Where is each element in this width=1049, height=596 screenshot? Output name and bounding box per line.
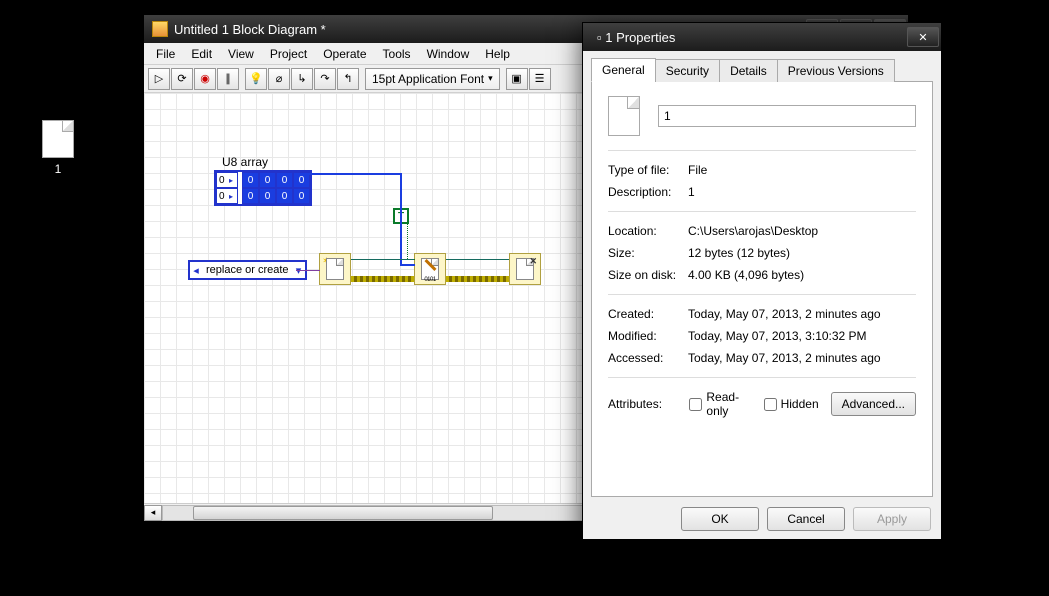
refnum-wire[interactable] (446, 259, 509, 260)
accessed-label: Accessed: (608, 351, 688, 365)
description-label: Description: (608, 185, 688, 199)
tab-previous-versions[interactable]: Previous Versions (777, 59, 895, 82)
highlight-exec-button[interactable]: 💡 (245, 68, 267, 90)
menu-operate[interactable]: Operate (315, 45, 374, 63)
size-on-disk-value: 4.00 KB (4,096 bytes) (688, 268, 916, 282)
type-of-file-value: File (688, 163, 916, 177)
props-title: 1 Properties (605, 30, 675, 45)
u8-index-0[interactable]: 0 (216, 172, 238, 188)
props-tabrow: General Security Details Previous Versio… (591, 57, 933, 82)
write-binary-file-node[interactable]: 0101 (414, 253, 446, 285)
enum-wire[interactable] (296, 270, 320, 271)
modified-value: Today, May 07, 2013, 3:10:32 PM (688, 329, 916, 343)
u8-cell[interactable]: 0 (259, 172, 276, 188)
apply-button: Apply (853, 507, 931, 531)
abort-button[interactable]: ◉ (194, 68, 216, 90)
labview-icon (152, 21, 168, 37)
tab-details[interactable]: Details (719, 59, 778, 82)
run-button[interactable]: ▷ (148, 68, 170, 90)
size-on-disk-label: Size on disk: (608, 268, 688, 282)
distribute-button[interactable]: ☰ (529, 68, 551, 90)
data-wire[interactable] (400, 264, 415, 266)
error-wire[interactable] (446, 276, 509, 282)
menu-help[interactable]: Help (477, 45, 518, 63)
scroll-thumb[interactable] (193, 506, 493, 520)
ok-button[interactable]: OK (681, 507, 759, 531)
hidden-checkbox[interactable]: Hidden (764, 397, 819, 411)
file-large-icon (608, 96, 640, 136)
tab-general-panel: Type of file:File Description:1 Location… (591, 82, 933, 497)
advanced-button[interactable]: Advanced... (831, 392, 916, 416)
menu-file[interactable]: File (148, 45, 183, 63)
align-button[interactable]: ▣ (506, 68, 528, 90)
description-value: 1 (688, 185, 916, 199)
retain-values-button[interactable]: ⌀ (268, 68, 290, 90)
filename-input[interactable] (658, 105, 916, 127)
step-into-button[interactable]: ↳ (291, 68, 313, 90)
modified-label: Modified: (608, 329, 688, 343)
menu-project[interactable]: Project (262, 45, 315, 63)
accessed-value: Today, May 07, 2013, 2 minutes ago (688, 351, 916, 365)
u8-cell[interactable]: 0 (259, 188, 276, 204)
created-value: Today, May 07, 2013, 2 minutes ago (688, 307, 916, 321)
u8-index-1[interactable]: 0 (216, 188, 238, 204)
boolean-wire[interactable] (407, 223, 408, 259)
close-x-icon: ✕ (529, 256, 537, 267)
error-wire[interactable] (351, 276, 414, 282)
data-wire[interactable] (306, 173, 401, 175)
font-selector-label: 15pt Application Font (372, 72, 484, 86)
binary-bits-label: 0101 (415, 277, 445, 283)
font-selector[interactable]: 15pt Application Font (365, 68, 500, 90)
u8-cell[interactable]: 0 (276, 172, 293, 188)
step-out-button[interactable]: ↰ (337, 68, 359, 90)
props-button-row: OK Cancel Apply (591, 497, 933, 531)
menu-edit[interactable]: Edit (183, 45, 220, 63)
scroll-left-button[interactable]: ◂ (144, 505, 162, 521)
hidden-label: Hidden (781, 397, 819, 411)
enum-dec-icon[interactable]: ◂ (190, 264, 202, 277)
u8-array-constant[interactable]: U8 array 0 0 0 0 0 0 (214, 155, 312, 206)
readonly-checkbox[interactable]: Read-only (689, 390, 751, 418)
location-label: Location: (608, 224, 688, 238)
type-of-file-label: Type of file: (608, 163, 688, 177)
cancel-button[interactable]: Cancel (767, 507, 845, 531)
readonly-label: Read-only (706, 390, 751, 418)
size-label: Size: (608, 246, 688, 260)
menu-tools[interactable]: Tools (375, 45, 419, 63)
data-wire[interactable] (400, 173, 402, 266)
document-icon (326, 258, 344, 280)
file-icon (42, 120, 74, 158)
size-value: 12 bytes (12 bytes) (688, 246, 916, 260)
enum-value: replace or create (202, 264, 293, 276)
location-value: C:\Users\arojas\Desktop (688, 224, 916, 238)
step-over-button[interactable]: ↷ (314, 68, 336, 90)
menu-window[interactable]: Window (419, 45, 478, 63)
tab-security[interactable]: Security (655, 59, 720, 82)
u8-cell[interactable]: 0 (242, 172, 259, 188)
u8-array-label: U8 array (222, 155, 312, 169)
properties-dialog: ▫ 1 Properties ✕ General Security Detail… (582, 22, 942, 540)
props-close-button[interactable]: ✕ (907, 27, 939, 47)
desktop-file-label: 1 (38, 162, 78, 176)
u8-cell[interactable]: 0 (293, 188, 310, 204)
desktop-file-icon[interactable]: 1 (38, 120, 78, 176)
created-label: Created: (608, 307, 688, 321)
close-file-node[interactable]: ✕ (509, 253, 541, 285)
refnum-wire[interactable] (351, 259, 414, 260)
tab-general[interactable]: General (591, 58, 656, 82)
attributes-label: Attributes: (608, 397, 677, 411)
run-continuous-button[interactable]: ⟳ (171, 68, 193, 90)
u8-cell[interactable]: 0 (242, 188, 259, 204)
open-create-file-node[interactable]: ✶ (319, 253, 351, 285)
menu-view[interactable]: View (220, 45, 262, 63)
props-titlebar[interactable]: ▫ 1 Properties ✕ (583, 23, 941, 51)
pause-button[interactable]: ∥ (217, 68, 239, 90)
u8-cell[interactable]: 0 (276, 188, 293, 204)
operation-enum[interactable]: ◂ replace or create ▾ (188, 260, 307, 280)
